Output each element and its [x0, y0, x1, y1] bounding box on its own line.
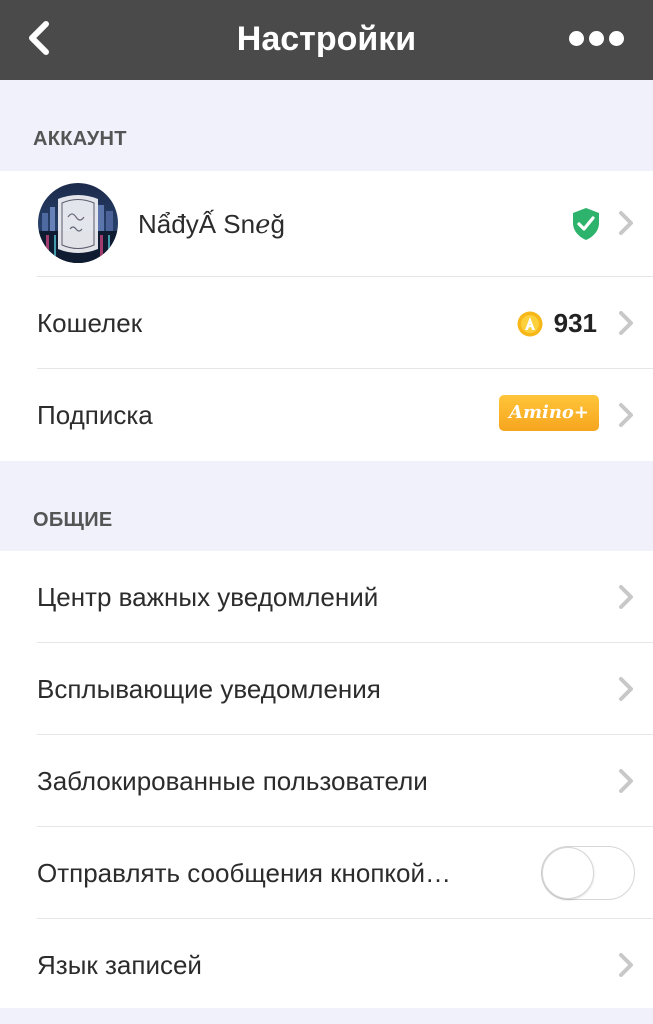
chevron-right-icon [617, 401, 635, 429]
shield-check-icon [571, 207, 601, 241]
toggle-knob [542, 847, 594, 899]
wallet-label: Кошелек [37, 308, 143, 338]
list-item-label: Заблокированные пользователи [37, 766, 428, 796]
chevron-right-icon [617, 309, 635, 337]
subscription-row[interactable]: Подписка Amino+ [0, 369, 653, 461]
list-item-label: Язык записей [37, 950, 202, 980]
send-with-button-row: Отправлять сообщения кнопкой… [0, 827, 653, 919]
chevron-right-icon [617, 209, 635, 237]
section-header-general: ОБЩИЕ [33, 509, 113, 531]
more-options-button[interactable] [569, 26, 631, 52]
popup-notifications-row[interactable]: Всплывающие уведомления [0, 643, 653, 735]
list-item-label: Отправлять сообщения кнопкой… [37, 858, 452, 888]
blocked-users-row[interactable]: Заблокированные пользователи [0, 735, 653, 827]
post-language-row[interactable]: Язык записей [0, 919, 653, 1011]
top-bar: Настройки [0, 0, 653, 80]
important-notifications-row[interactable]: Центр важных уведомлений [0, 551, 653, 643]
list-item-label: Центр важных уведомлений [37, 582, 379, 612]
chevron-right-icon [617, 767, 635, 795]
more-dot [609, 31, 624, 46]
chevron-right-icon [617, 675, 635, 703]
profile-row[interactable]: NẩđуẤ Snℯğ [0, 171, 653, 277]
general-group: Центр важных уведомлений Всплывающие уве… [0, 551, 653, 1011]
chevron-right-icon [617, 583, 635, 611]
amino-plus-badge: Amino+ [499, 395, 599, 431]
profile-name: NẩđуẤ Snℯğ [138, 209, 285, 239]
wallet-row[interactable]: Кошелек 931 [0, 277, 653, 369]
page-title: Настройки [236, 20, 417, 58]
amino-coin-icon [517, 311, 543, 337]
list-item-label: Всплывающие уведомления [37, 674, 381, 704]
more-dot [589, 31, 604, 46]
bottom-spacer [0, 1008, 653, 1024]
send-with-button-toggle[interactable] [541, 846, 635, 900]
account-group: NẩđуẤ Snℯğ Кошелек 931 Подписка Amino+ [0, 171, 653, 461]
avatar [38, 183, 118, 263]
coin-balance: 931 [553, 308, 597, 338]
section-header-account: АККАУНТ [33, 128, 127, 150]
more-dots-icon [569, 31, 584, 46]
chevron-right-icon [617, 951, 635, 979]
subscription-label: Подписка [37, 400, 153, 430]
